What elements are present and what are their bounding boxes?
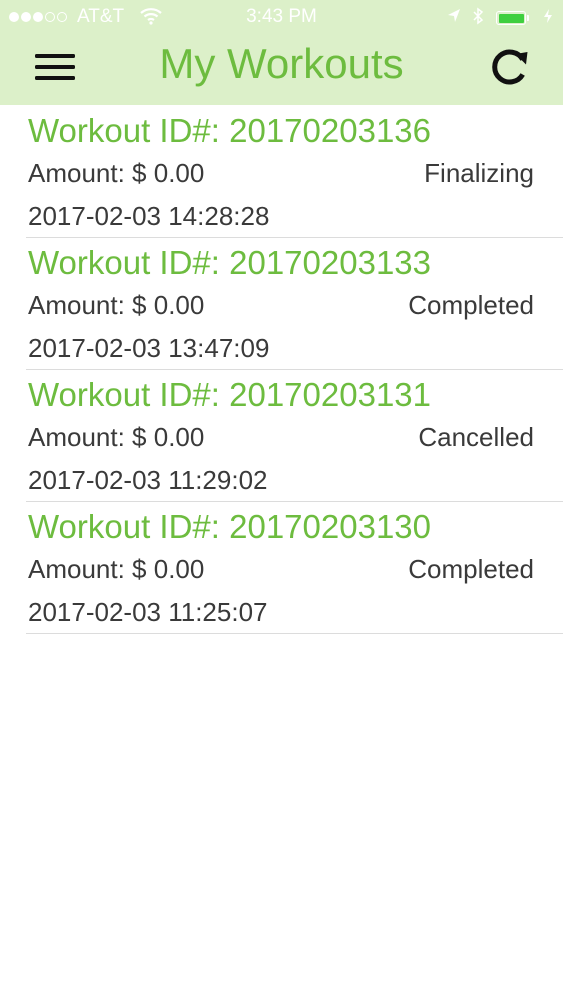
battery-icon — [496, 11, 526, 25]
bluetooth-icon — [472, 6, 484, 32]
workout-amount: Amount: $ 0.00 — [28, 422, 205, 452]
workout-status: Completed — [408, 290, 534, 320]
workout-list-item[interactable]: Workout ID#: 20170203136 Amount: $ 0.00 Fi… — [26, 106, 563, 238]
workout-status: Completed — [408, 554, 534, 584]
app-header: AT&T 3:43 PM My Workouts — [0, 0, 563, 105]
workout-status: Finalizing — [424, 158, 534, 188]
workout-list-item[interactable]: Workout ID#: 20170203133 Amount: $ 0.00 Co… — [26, 238, 563, 370]
workout-id: Workout ID#: 20170203131 — [28, 376, 432, 413]
workout-list-item[interactable]: Workout ID#: 20170203131 Amount: $ 0.00 Ca… — [26, 370, 563, 502]
workouts-screen: AT&T 3:43 PM My Workouts Workout ID#: 20… — [0, 0, 563, 1000]
workout-status: Cancelled — [418, 422, 534, 452]
workout-date: 2017-02-03 14:28:28 — [28, 201, 270, 231]
page-title: My Workouts — [159, 40, 404, 87]
workout-list-item[interactable]: Workout ID#: 20170203130 Amount: $ 0.00 Co… — [26, 502, 563, 634]
workout-list: Workout ID#: 20170203136 Amount: $ 0.00 Fi… — [0, 106, 563, 634]
workout-amount: Amount: $ 0.00 — [28, 290, 205, 320]
refresh-icon[interactable] — [485, 42, 535, 92]
workout-date: 2017-02-03 13:47:09 — [28, 333, 270, 363]
workout-amount: Amount: $ 0.00 — [28, 554, 205, 584]
charging-bolt-icon — [542, 6, 554, 32]
workout-id: Workout ID#: 20170203136 — [28, 112, 432, 149]
workout-date: 2017-02-03 11:29:02 — [28, 465, 268, 495]
status-bar: AT&T 3:43 PM — [0, 0, 563, 36]
location-arrow-icon — [446, 6, 462, 32]
workout-id: Workout ID#: 20170203130 — [28, 508, 432, 545]
workout-amount: Amount: $ 0.00 — [28, 158, 205, 188]
workout-date: 2017-02-03 11:25:07 — [28, 597, 268, 627]
workout-id: Workout ID#: 20170203133 — [28, 244, 432, 281]
